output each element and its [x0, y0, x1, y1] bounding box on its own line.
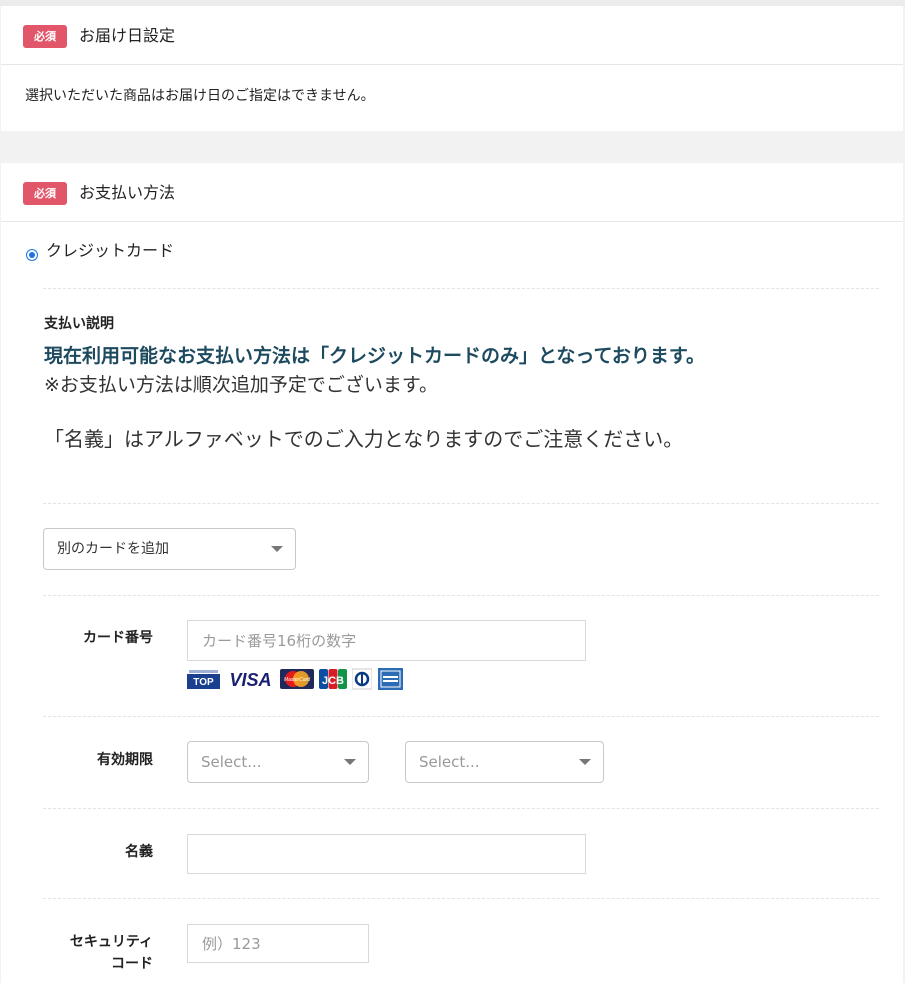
holder-name-label: 名義: [125, 844, 153, 860]
top-card-icon: TOP: [187, 669, 220, 689]
chevron-down-icon: [579, 759, 591, 765]
card-number-input[interactable]: [187, 620, 586, 661]
payment-method-header: 必須 お支払い方法: [1, 163, 903, 222]
expiry-month-select[interactable]: Select...: [187, 741, 369, 783]
holder-name-input[interactable]: [187, 834, 586, 874]
saved-card-select[interactable]: 別のカードを追加: [43, 528, 296, 570]
card-number-label: カード番号: [83, 630, 153, 646]
divider: [43, 808, 879, 809]
chevron-down-icon: [344, 759, 356, 765]
jcb-icon: JCB: [319, 669, 347, 689]
delivery-date-message: 選択いただいた商品はお届け日のご指定はできません。: [25, 88, 375, 104]
svg-text:JCB: JCB: [322, 675, 344, 687]
credit-card-radio[interactable]: [26, 249, 38, 261]
credit-card-radio-label[interactable]: クレジットカード: [46, 240, 174, 262]
security-code-label-line1: セキュリティ: [69, 934, 153, 950]
expiry-month-placeholder: Select...: [201, 753, 262, 771]
svg-text:TOP: TOP: [193, 677, 214, 688]
payment-description-main: 現在利用可能なお支払い方法は「クレジットカードのみ」となっております。: [44, 345, 706, 367]
mastercard-icon: MasterCard: [280, 669, 314, 689]
amex-icon: [378, 668, 403, 690]
payment-method-title: お支払い方法: [79, 183, 176, 202]
payment-description-title: 支払い説明: [44, 316, 114, 332]
diners-icon: [352, 668, 372, 690]
required-badge: 必須: [23, 182, 67, 205]
saved-card-select-value: 別のカードを追加: [57, 541, 169, 557]
delivery-date-header: 必須 お届け日設定: [1, 6, 903, 65]
divider: [43, 503, 879, 504]
svg-text:VISA: VISA: [229, 670, 271, 690]
visa-icon: VISA: [229, 670, 271, 690]
payment-description-note: ※お支払い方法は順次追加予定でございます。: [44, 374, 439, 396]
divider: [43, 716, 879, 717]
delivery-date-title: お届け日設定: [79, 26, 176, 45]
svg-text:MasterCard: MasterCard: [284, 677, 310, 683]
chevron-down-icon: [271, 546, 283, 552]
delivery-date-panel: 必須 お届け日設定 選択いただいた商品はお届け日のご指定はできません。: [1, 6, 903, 131]
security-code-label-line2: コード: [111, 956, 153, 972]
holder-name-notice: 「名義」はアルファベットでのご入力となりますのでご注意ください。: [44, 427, 684, 451]
security-code-input[interactable]: [187, 924, 369, 963]
divider: [43, 898, 879, 899]
payment-method-panel: 必須 お支払い方法 クレジットカード 支払い説明 現在利用可能なお支払い方法は「…: [1, 163, 903, 983]
divider: [43, 595, 879, 596]
required-badge: 必須: [23, 25, 67, 48]
expiry-label: 有効期限: [97, 752, 153, 768]
divider: [43, 288, 879, 289]
expiry-year-select[interactable]: Select...: [405, 741, 604, 783]
expiry-year-placeholder: Select...: [419, 753, 480, 771]
